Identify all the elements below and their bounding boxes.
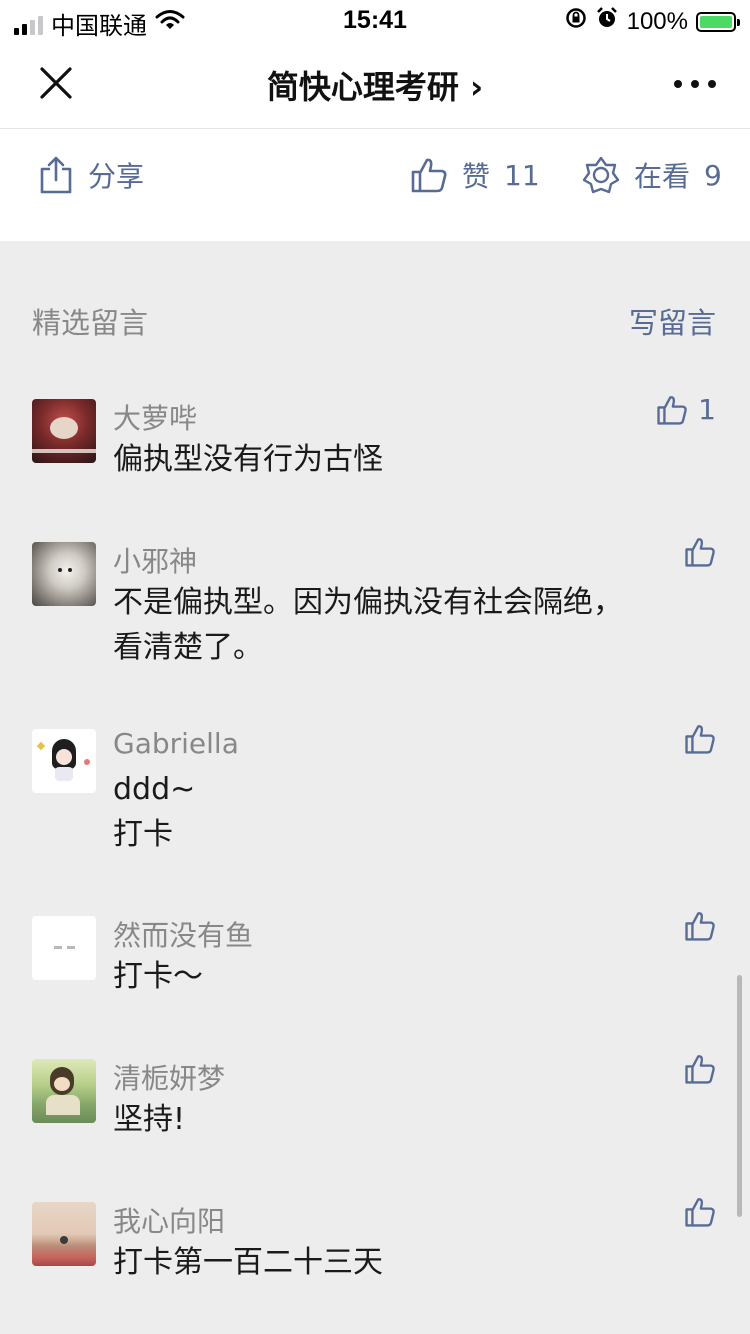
comment-like-button[interactable] (684, 536, 716, 568)
comment-line: 看清楚了。 (113, 630, 263, 665)
comment-like-button[interactable] (684, 1196, 716, 1228)
comment-like-button[interactable] (684, 723, 716, 755)
comment-author[interactable]: 我心向阳 (113, 1200, 225, 1240)
page-title-text: 简快心理考研 (266, 68, 459, 106)
wow-button[interactable]: 在看 9 (582, 155, 722, 195)
comment-like-button[interactable] (684, 1053, 716, 1085)
page-title[interactable]: 简快心理考研 › (0, 62, 750, 108)
comment-text: 偏执型没有行为古怪 (113, 437, 673, 482)
write-comment-link[interactable]: 写留言 (629, 300, 716, 342)
like-count: 11 (504, 158, 540, 192)
comment-line: 不是偏执型。因为偏执没有社会隔绝， (113, 585, 623, 620)
battery-icon (696, 11, 740, 32)
share-icon (40, 156, 72, 194)
comment-line: 打卡 (113, 817, 173, 852)
comment-line: 偏执型没有行为古怪 (113, 442, 383, 477)
thumbs-up-icon (411, 158, 447, 193)
thumbs-up-icon (685, 912, 715, 941)
comment-author[interactable]: 然而没有鱼 (113, 914, 253, 954)
comment-line: 坚持! (113, 1102, 186, 1137)
wow-icon (582, 156, 620, 194)
comment-line: 打卡第一百二十三天 (113, 1245, 383, 1280)
share-button[interactable]: 分享 (38, 155, 144, 195)
comment-text: ddd~ 打卡 (113, 767, 673, 857)
battery-percent: 100% (626, 7, 688, 35)
article-action-bar: 分享 赞 11 在看 9 (0, 129, 750, 241)
rotation-lock-icon (565, 7, 587, 36)
avatar[interactable] (32, 399, 96, 463)
comment-text: 打卡～ (113, 954, 673, 999)
thumbs-up-icon (685, 1198, 715, 1227)
avatar[interactable] (32, 729, 96, 793)
more-button[interactable] (670, 66, 720, 102)
alarm-icon (595, 6, 619, 37)
wow-count: 9 (704, 158, 722, 192)
avatar[interactable] (32, 542, 96, 606)
comment-text: 坚持! (113, 1097, 673, 1142)
wow-label: 在看 (634, 160, 691, 193)
avatar[interactable] (32, 1202, 96, 1266)
nav-bar: 简快心理考研 › (0, 42, 750, 129)
thumbs-up-icon (685, 1055, 715, 1084)
avatar[interactable] (32, 1059, 96, 1123)
scrollbar[interactable] (737, 975, 742, 1217)
comment-line: 打卡～ (113, 959, 203, 994)
comment-like-button[interactable]: 1 (656, 393, 716, 426)
comment-like-count: 1 (698, 393, 716, 426)
avatar[interactable] (32, 916, 96, 980)
comment-author[interactable]: Gabriella (113, 727, 239, 760)
comment-text: 打卡第一百二十三天 (113, 1240, 673, 1285)
comments-title: 精选留言 (32, 306, 149, 340)
comment-line: ddd~ (113, 772, 196, 807)
thumbs-up-icon (685, 725, 715, 754)
comments-header: 精选留言 写留言 (0, 290, 750, 350)
comment-text: 不是偏执型。因为偏执没有社会隔绝， 看清楚了。 (113, 580, 673, 670)
thumbs-up-icon (657, 395, 687, 425)
like-button[interactable]: 赞 11 (410, 155, 540, 195)
status-bar: 中国联通 15:41 100% (0, 0, 750, 42)
comment-author[interactable]: 大萝哔 (113, 397, 197, 437)
comment-author[interactable]: 小邪神 (113, 540, 197, 580)
share-label: 分享 (88, 160, 145, 193)
status-right: 100% (565, 6, 740, 37)
chevron-right-icon: › (469, 68, 484, 106)
more-icon (674, 80, 716, 88)
comment-author[interactable]: 清栀妍梦 (113, 1057, 225, 1097)
thumbs-up-icon (685, 538, 715, 567)
comment-like-button[interactable] (684, 910, 716, 942)
like-label: 赞 (462, 160, 491, 193)
